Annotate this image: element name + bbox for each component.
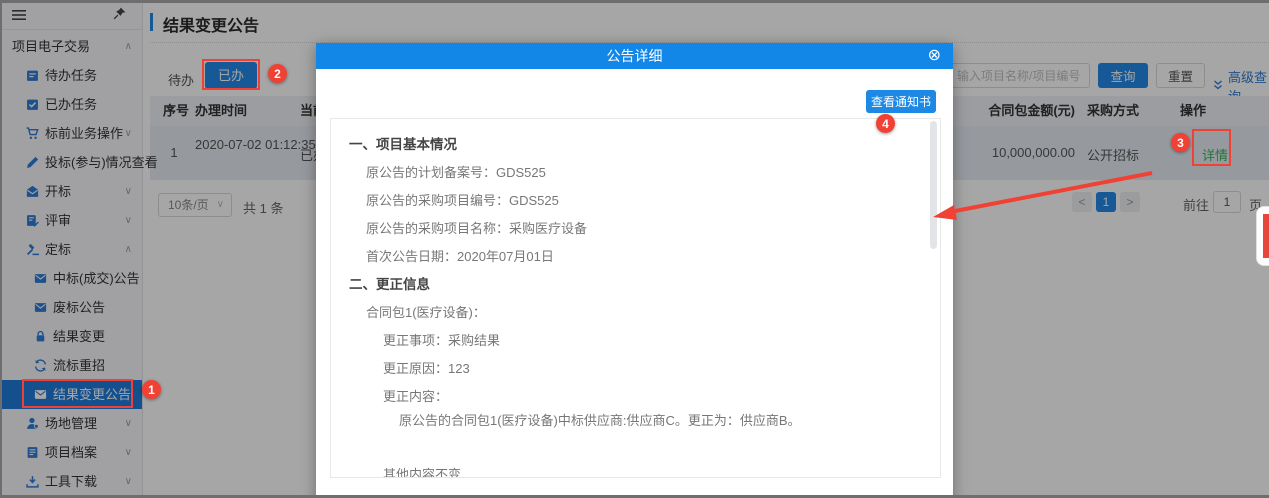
side-panel-handle[interactable] bbox=[1256, 206, 1269, 266]
announcement-line: 原公告的采购项目名称：采购医疗设备 bbox=[331, 215, 940, 243]
app-window: 项目电子交易∧待办任务已办任务标前业务操作∨投标(参与)情况查看开标∨评审∨定标… bbox=[0, 0, 1269, 498]
side-panel-handle-badge bbox=[1263, 214, 1269, 258]
window-edge-top bbox=[0, 0, 1269, 3]
window-edge-left bbox=[0, 0, 2, 498]
announcement-detail-modal: 公告详细 ⊗ 查看通知书 一、项目基本情况原公告的计划备案号：GDS525原公告… bbox=[316, 43, 953, 498]
announcement-line: 首次公告日期：2020年07月01日 bbox=[331, 243, 940, 271]
announcement-content-box: 一、项目基本情况原公告的计划备案号：GDS525原公告的采购项目编号：GDS52… bbox=[330, 118, 941, 478]
announcement-line: 二、更正信息 bbox=[331, 271, 940, 299]
announcement-line: 其他内容不变 bbox=[331, 461, 940, 478]
view-notice-button[interactable]: 查看通知书 bbox=[866, 90, 936, 113]
announcement-line: 更正原因：123 bbox=[331, 355, 940, 383]
close-icon[interactable]: ⊗ bbox=[928, 43, 941, 69]
announcement-line: 更正事项：采购结果 bbox=[331, 327, 940, 355]
announcement-line: 合同包1(医疗设备)： bbox=[331, 299, 940, 327]
announcement-line: 一、项目基本情况 bbox=[331, 131, 940, 159]
announcement-text: 一、项目基本情况原公告的计划备案号：GDS525原公告的采购项目编号：GDS52… bbox=[331, 119, 940, 478]
announcement-line: 原公告的采购项目编号：GDS525 bbox=[331, 187, 940, 215]
announcement-line: 原公告的计划备案号：GDS525 bbox=[331, 159, 940, 187]
announcement-line: 原公告的合同包1(医疗设备)中标供应商:供应商C。更正为：供应商B。 bbox=[331, 411, 940, 435]
announcement-line: 更正内容： bbox=[331, 383, 940, 411]
scrollbar-thumb[interactable] bbox=[930, 121, 937, 249]
modal-title: 公告详细 bbox=[316, 43, 953, 69]
modal-header: 公告详细 ⊗ bbox=[316, 43, 953, 69]
